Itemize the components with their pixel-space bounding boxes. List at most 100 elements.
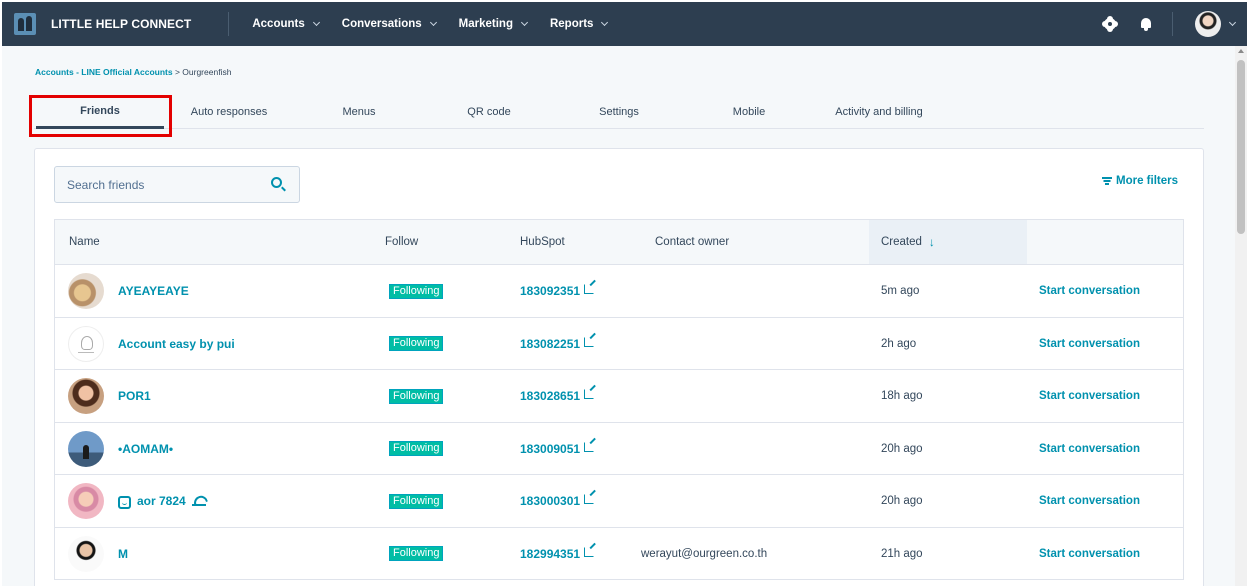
chevron-down-icon	[429, 18, 437, 27]
external-edit-icon[interactable]	[584, 441, 595, 452]
search-icon[interactable]	[271, 177, 282, 188]
bell-icon[interactable]	[1140, 17, 1152, 31]
table-header: Name Follow HubSpot Contact owner Create…	[54, 219, 1184, 265]
hubspot-id-link[interactable]: 183028651	[520, 389, 580, 403]
table-row: aor 7824 Following 183000301 20h ago Sta…	[54, 475, 1184, 528]
col-follow[interactable]: Follow	[385, 220, 418, 264]
nav-marketing-label: Marketing	[458, 18, 513, 30]
nav-reports-label: Reports	[549, 18, 594, 30]
friend-name-link[interactable]: M	[118, 547, 128, 561]
nav-conversations[interactable]: Conversations	[342, 18, 437, 30]
external-edit-icon[interactable]	[584, 494, 595, 504]
start-conversation-link[interactable]: Start conversation	[1039, 423, 1140, 475]
emoji-icon	[118, 495, 131, 509]
created-time: 21h ago	[881, 547, 923, 560]
hubspot-id-cell: 183082251	[520, 318, 595, 370]
external-edit-icon[interactable]	[584, 546, 595, 557]
tab-auto-responses[interactable]: Auto responses	[179, 95, 279, 129]
tab-qr-code[interactable]: QR code	[444, 95, 534, 129]
start-conversation-link[interactable]: Start conversation	[1039, 475, 1140, 527]
col-contact-owner[interactable]: Contact owner	[655, 220, 729, 264]
tab-settings[interactable]: Settings	[574, 95, 664, 129]
gear-icon[interactable]	[1103, 17, 1117, 31]
external-edit-icon[interactable]	[584, 284, 595, 294]
hubspot-id-link[interactable]: 183009051	[520, 442, 580, 456]
breadcrumb: Accounts - LINE Official Accounts > Ourg…	[35, 67, 231, 77]
friend-name-cell: Account easy by pui	[68, 318, 235, 370]
table-row: AYEAYEAYE Following 183092351 5m ago Sta…	[54, 265, 1184, 318]
search-box	[54, 166, 300, 203]
nav-marketing[interactable]: Marketing	[458, 18, 529, 30]
search-input[interactable]	[67, 167, 257, 202]
start-conversation-link[interactable]: Start conversation	[1039, 318, 1140, 370]
account-tabs: Friends Auto responses Menus QR code Set…	[34, 95, 1204, 129]
hubspot-id-link[interactable]: 183092351	[520, 284, 580, 298]
app-logo-icon[interactable]	[14, 13, 36, 35]
avatar	[68, 273, 104, 309]
friend-name-cell: M	[68, 528, 128, 580]
hubspot-id-link[interactable]: 183000301	[520, 494, 580, 508]
hubspot-id-link[interactable]: 183082251	[520, 337, 580, 351]
start-conversation-link[interactable]: Start conversation	[1039, 370, 1140, 422]
friend-name-link[interactable]: AYEAYEAYE	[118, 284, 189, 298]
filter-icon	[1102, 177, 1112, 185]
start-conversation-link[interactable]: Start conversation	[1039, 528, 1140, 580]
sort-arrow-down-icon: ↓	[928, 235, 935, 249]
friends-table: Name Follow HubSpot Contact owner Create…	[54, 219, 1184, 580]
scroll-up-arrow-icon[interactable]	[1238, 49, 1244, 53]
chevron-down-icon[interactable]	[1228, 18, 1237, 27]
scrollbar-thumb[interactable]	[1237, 60, 1245, 234]
chevron-down-icon	[601, 18, 609, 27]
nav-divider	[1172, 12, 1173, 36]
nav-accounts-label: Accounts	[252, 18, 305, 30]
external-edit-icon[interactable]	[584, 389, 595, 399]
friend-name-cell: POR1	[68, 370, 151, 422]
col-created[interactable]: Created ↓	[869, 220, 1027, 264]
nav-reports[interactable]: Reports	[549, 18, 609, 30]
table-row: •AOMAM• Following 183009051 20h ago Star…	[54, 422, 1184, 475]
highlight-box	[29, 95, 172, 137]
avatar	[68, 325, 104, 362]
status-badge: Following	[389, 336, 444, 351]
user-avatar[interactable]	[1195, 11, 1221, 37]
friend-name-link[interactable]: POR1	[118, 389, 151, 403]
breadcrumb-current: Ourgreenfish	[182, 67, 232, 77]
emoji-icon	[191, 495, 206, 507]
more-filters-label: More filters	[1116, 175, 1178, 187]
tab-mobile[interactable]: Mobile	[704, 95, 794, 129]
tab-activity-billing[interactable]: Activity and billing	[824, 95, 934, 129]
col-name[interactable]: Name	[69, 220, 100, 264]
friend-name-cell: AYEAYEAYE	[68, 265, 189, 317]
hubspot-id-cell: 183009051	[520, 423, 595, 475]
breadcrumb-link-accounts[interactable]: Accounts - LINE Official Accounts	[35, 67, 173, 77]
created-time: 5m ago	[881, 285, 920, 297]
avatar	[68, 483, 104, 519]
hubspot-id-cell: 183092351	[520, 265, 595, 317]
friend-name-link[interactable]: Account easy by pui	[118, 337, 235, 351]
table-row: POR1 Following 183028651 18h ago Start c…	[54, 370, 1184, 423]
top-navigation-bar: LITTLE HELP CONNECT Accounts Conversatio…	[2, 2, 1247, 46]
contact-owner: werayut@ourgreen.co.th	[641, 547, 768, 560]
page-scrollbar[interactable]	[1235, 46, 1247, 586]
chevron-down-icon	[520, 18, 529, 27]
nav-right-actions	[1103, 2, 1237, 46]
tab-menus[interactable]: Menus	[314, 95, 404, 129]
created-time: 20h ago	[881, 495, 923, 507]
friend-name-link[interactable]: •AOMAM•	[118, 442, 173, 456]
brand-name: LITTLE HELP CONNECT	[51, 17, 192, 31]
friend-name-link[interactable]: aor 7824	[118, 494, 206, 509]
nav-accounts[interactable]: Accounts	[252, 18, 320, 30]
breadcrumb-separator: >	[172, 67, 183, 77]
nav-divider	[228, 12, 230, 36]
more-filters-button[interactable]: More filters	[1102, 175, 1178, 187]
hubspot-id-cell: 183000301	[520, 475, 595, 527]
col-hubspot[interactable]: HubSpot	[520, 220, 565, 264]
avatar	[68, 430, 104, 467]
start-conversation-link[interactable]: Start conversation	[1039, 265, 1140, 317]
status-badge: Following	[389, 441, 444, 456]
col-created-label: Created	[881, 236, 922, 248]
table-row: M Following 182994351 werayut@ourgreen.c…	[54, 527, 1184, 580]
hubspot-id-cell: 182994351	[520, 528, 595, 580]
hubspot-id-link[interactable]: 182994351	[520, 547, 580, 561]
external-edit-icon[interactable]	[584, 336, 595, 347]
